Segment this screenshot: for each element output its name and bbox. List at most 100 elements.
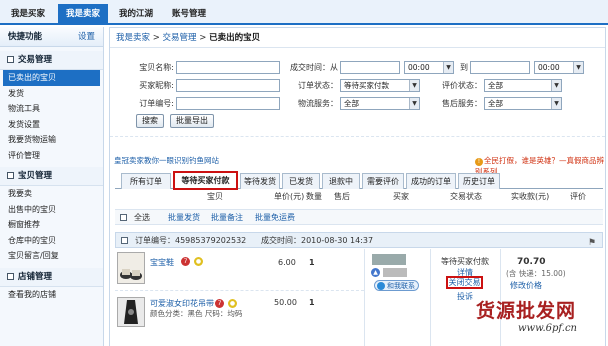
badge-icon: 7 [181,257,190,266]
bulb-icon: ● [194,257,203,266]
chevron-down-icon: ▼ [409,98,419,109]
sidebar-item-reviews[interactable]: 评价管理 [0,148,103,164]
tab-history[interactable]: 历史订单 [458,173,500,189]
product-thumbnail[interactable] [117,252,145,284]
sidebar-item-ship[interactable]: 发货 [0,86,103,102]
modify-price-link[interactable]: 修改价格 [510,280,542,291]
col-status: 交易状态 [450,192,482,201]
sidebar-item-freight[interactable]: 我要货物运输 [0,132,103,148]
sidebar-title: 快捷功能 [8,32,43,42]
tab-account[interactable]: 账号管理 [164,4,214,25]
contact-buyer-button[interactable]: 和我联系 [374,280,419,291]
rate-status-label: 评价状态： [442,81,482,90]
complain-link[interactable]: 投诉 [457,291,473,302]
sidebar-item-sell[interactable]: 我要卖 [0,186,103,202]
watermark-logo: 货源批发网 [476,300,577,322]
order-status-select[interactable]: 等待买家付款 ▼ [340,79,420,92]
sidebar-item-logistics-tools[interactable]: 物流工具 [0,101,103,117]
bulk-ship-button[interactable]: 批量发货 [168,210,200,226]
order-number: 订单编号：45985379202532 [135,236,247,245]
item-attributes: 颜色分类：黑色 尺码：均码 [150,309,243,318]
tab-seller[interactable]: 我是卖家 [58,4,108,25]
divider [110,136,605,137]
badge-icon: 7 [215,299,224,308]
item-name-input[interactable] [176,61,280,74]
watermark-url: www.6pf.cn [518,323,577,334]
chevron-down-icon: ▼ [551,98,561,109]
shipping-fee: (含 快递：15.00) [506,269,566,278]
breadcrumb-current: 已卖出的宝贝 [209,33,261,43]
breadcrumb: 我是卖家 > 交易管理 > 已卖出的宝贝 [110,28,605,48]
order-tabs: 所有订单 等待买家付款 等待发货 已发货 退款中 需要评价 成功的订单 历史订单 [115,171,603,190]
tab-successful[interactable]: 成功的订单 [406,173,456,189]
product-thumbnail[interactable] [117,297,145,327]
row-divider [115,290,364,291]
sidebar-item-warehouse[interactable]: 仓库中的宝贝 [0,233,103,249]
flag-icon[interactable]: ⚑ [588,235,596,251]
time-to-hour-select[interactable]: 00:00 ▼ [534,61,584,74]
column-divider [364,249,365,346]
order-status-label: 订单状态： [298,81,338,90]
sidebar-group-shop: 店铺管理 查看我的店铺 [0,267,103,303]
export-button[interactable]: 批量导出 [170,114,214,128]
bulb-icon: ● [228,299,237,308]
item-link-1[interactable]: 宝宝鞋 [150,257,174,268]
shoe-image [120,269,142,280]
tab-jianghu[interactable]: 我的江湖 [112,4,160,25]
buyer-nick-label: 买家昵称: [139,81,174,90]
sidebar-item-view-shop[interactable]: 查看我的店铺 [0,287,103,303]
chat-icon [377,282,385,290]
time-to-label: 到 [460,63,468,72]
after-sale-select[interactable]: 全部 ▼ [484,97,562,110]
breadcrumb-seller[interactable]: 我是卖家 [116,33,150,43]
item-name-label: 宝贝名称: [139,63,174,72]
sidebar-group-title[interactable]: 店铺管理 [0,267,103,287]
buyer-nick-input[interactable] [176,79,280,92]
sidebar-item-showcase[interactable]: 橱窗推荐 [0,217,103,233]
rate-status-select[interactable]: 全部 ▼ [484,79,562,92]
sidebar-item-ship-settings[interactable]: 发货设置 [0,117,103,133]
tab-awaiting-shipment[interactable]: 等待发货 [240,173,280,189]
sidebar-item-sold[interactable]: 已卖出的宝贝 [3,70,100,86]
tab-all-orders[interactable]: 所有订单 [121,173,171,189]
time-from-input[interactable] [340,61,400,74]
tab-needs-review[interactable]: 需要评价 [362,173,404,189]
item-link-2[interactable]: 可爱淑女印花吊带 [150,298,214,309]
breadcrumb-trade[interactable]: 交易管理 [163,33,197,43]
logistics-label: 物流服务： [298,99,338,108]
top-navigation: 我是买家 我是卖家 我的江湖 账号管理 [0,0,608,25]
tab-awaiting-payment[interactable]: 等待买家付款 [173,171,238,190]
order-checkbox[interactable] [121,237,128,244]
buyer-name-redacted [372,254,406,265]
search-button[interactable]: 搜索 [136,114,164,128]
tab-buyer[interactable]: 我是买家 [0,4,56,25]
col-review: 评价 [570,192,586,201]
tab-shipped[interactable]: 已发货 [282,173,320,189]
sidebar-item-on-sale[interactable]: 出售中的宝贝 [0,202,103,218]
logistics-select[interactable]: 全部 ▼ [340,97,420,110]
col-qty: 数量 [306,192,322,201]
after-sale-label: 售后服务： [442,99,482,108]
bulk-free-shipping-button[interactable]: 批量免运费 [255,210,295,226]
sidebar-group-title[interactable]: 交易管理 [0,51,103,70]
close-trade-button[interactable]: 关闭交易 [446,276,483,289]
col-buyer: 买家 [393,192,409,201]
sidebar-group-title[interactable]: 宝贝管理 [0,167,103,186]
megaphone-icon: ! [475,158,483,166]
bulk-actions-bar: 全选 批量发货 批量备注 批量免运费 [115,209,603,225]
promo-phishing-link[interactable]: 皇冠卖家教你一眼识别钓鱼网站 [114,155,219,166]
table-header: 宝贝 单价(元) 数量 售后 买家 交易状态 实收款(元) 评价 [115,191,603,205]
item-price-1: 6.00 [278,258,296,267]
time-to-input[interactable] [470,61,530,74]
sidebar-item-messages[interactable]: 宝贝留言/回复 [0,248,103,264]
dress-image [124,300,138,324]
bulk-note-button[interactable]: 批量备注 [211,210,243,226]
collapse-icon [7,56,14,63]
sidebar-settings-link[interactable]: 设置 [78,27,95,47]
chevron-down-icon: ▼ [443,62,453,73]
select-all-checkbox[interactable] [120,214,127,221]
time-from-hour-select[interactable]: 00:00 ▼ [404,61,454,74]
order-no-input[interactable] [176,97,280,110]
tab-refunding[interactable]: 退款中 [322,173,360,189]
sidebar-group-items: 宝贝管理 我要卖 出售中的宝贝 橱窗推荐 仓库中的宝贝 宝贝留言/回复 [0,167,103,264]
